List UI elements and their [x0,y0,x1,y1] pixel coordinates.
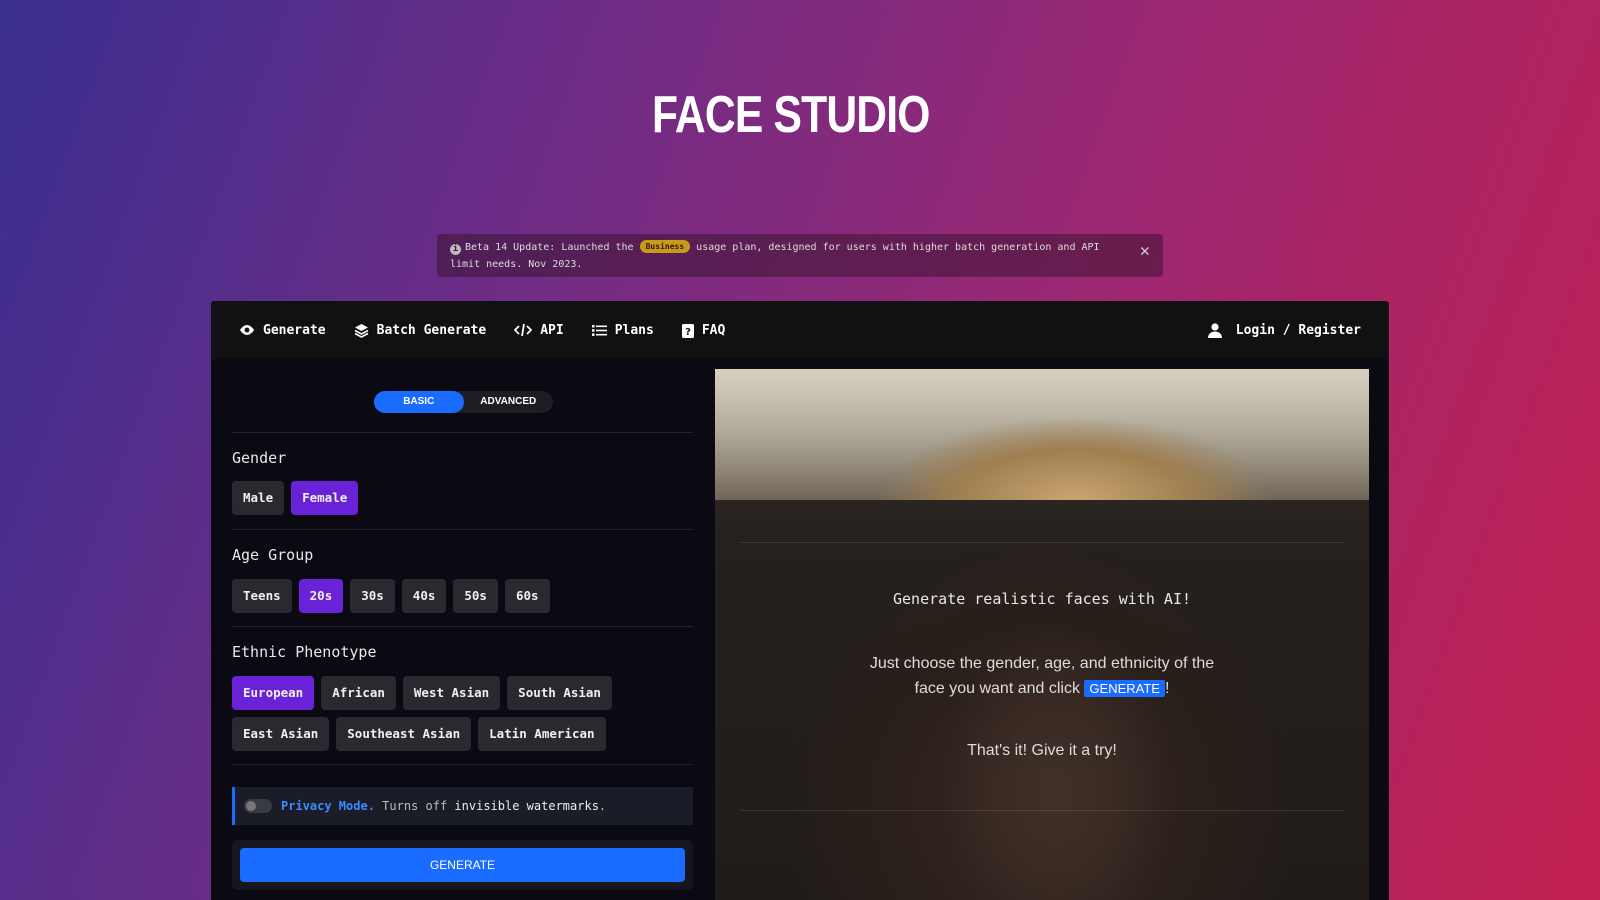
divider [232,432,693,433]
intro-overlay: Generate realistic faces with AI! Just c… [715,500,1369,900]
gender-title: Gender [232,449,287,467]
user-icon [1207,322,1222,338]
nav-faq-label: FAQ [701,322,726,338]
intro-description: Just choose the gender, age, and ethnici… [865,651,1219,701]
age-group-options: Teens 20s 30s 40s 50s 60s [232,579,693,613]
nav-batch-generate[interactable]: Batch Generate [354,322,487,338]
svg-text:?: ? [685,327,691,338]
nav-plans[interactable]: Plans [591,322,654,338]
ethnic-east-asian-button[interactable]: East Asian [232,717,330,751]
privacy-text-3: . [598,799,607,813]
ethnic-options: European African West Asian South Asian … [232,676,693,751]
list-icon [591,324,607,336]
gender-options: Male Female [232,481,693,515]
divider [232,764,693,765]
divider [232,626,693,627]
gender-female-button[interactable]: Female [291,481,359,515]
ethnic-latin-american-button[interactable]: Latin American [478,717,606,751]
age-50s-button[interactable]: 50s [453,579,498,613]
nav-batch-label: Batch Generate [376,322,487,338]
close-icon[interactable]: ✕ [1140,243,1150,260]
mode-toggle[interactable]: BASIC ADVANCED [374,391,553,413]
age-group-title: Age Group [232,546,314,564]
layers-icon [354,323,369,338]
tab-advanced[interactable]: ADVANCED [464,391,554,413]
eye-icon [240,325,254,335]
brand-logo[interactable]: FACE STUDIO [652,40,946,190]
business-badge: Business [639,240,691,253]
ethnic-west-asian-button[interactable]: West Asian [402,676,501,710]
app-panel: Generate Batch Generate API Plans ? FAQ … [211,301,1389,900]
overlay-divider [740,542,1344,543]
privacy-mode-toggle[interactable] [244,799,272,813]
age-60s-button[interactable]: 60s [504,579,550,613]
nav-faq[interactable]: ? FAQ [681,322,726,338]
top-nav: Generate Batch Generate API Plans ? FAQ … [211,301,1389,359]
intro-generate-label: GENERATE [1084,680,1165,697]
nav-generate-label: Generate [263,322,326,338]
ethnic-southeast-asian-button[interactable]: Southeast Asian [336,717,472,751]
nav-generate[interactable]: Generate [239,323,326,338]
intro-try-text: That's it! Give it a try! [967,742,1117,759]
info-icon: i [450,244,461,255]
age-30s-button[interactable]: 30s [350,579,395,613]
nav-login-register[interactable]: Login / Register [1207,322,1361,338]
age-teens-button[interactable]: Teens [232,579,292,613]
ethnic-european-button[interactable]: European [232,676,315,710]
intro-desc-end: ! [1164,680,1170,697]
divider [232,529,693,530]
overlay-divider [740,810,1344,811]
nav-api-label: API [540,322,564,338]
ethnic-title: Ethnic Phenotype [232,643,377,661]
privacy-text-1: Turns off [382,799,448,813]
tab-basic[interactable]: BASIC [374,391,464,413]
nav-plans-label: Plans [614,322,654,338]
login-label: Login / Register [1235,322,1361,338]
privacy-text-2: invisible watermarks [454,799,599,813]
intro-title: Generate realistic faces with AI! [892,590,1191,608]
age-20s-button[interactable]: 20s [298,579,344,613]
face-preview-top [715,369,1369,500]
privacy-mode-row: Privacy Mode. Turns off invisible waterm… [232,787,693,825]
nav-api[interactable]: API [514,322,564,338]
brand-name: FACE STUDIO [652,86,930,144]
privacy-mode-label: Privacy Mode. [281,799,375,813]
ethnic-south-asian-button[interactable]: South Asian [507,676,612,710]
age-40s-button[interactable]: 40s [401,579,447,613]
gender-male-button[interactable]: Male [232,481,285,515]
code-icon [514,323,533,337]
generate-container: GENERATE [232,840,693,890]
ethnic-african-button[interactable]: African [321,676,396,710]
preview-panel: Generate realistic faces with AI! Just c… [715,369,1369,900]
generate-button[interactable]: GENERATE [240,848,685,882]
notice-text-before: Beta 14 Update: Launched the [465,242,634,253]
question-icon: ? [681,323,694,338]
update-notice: i Beta 14 Update: Launched the Business u… [437,234,1163,277]
